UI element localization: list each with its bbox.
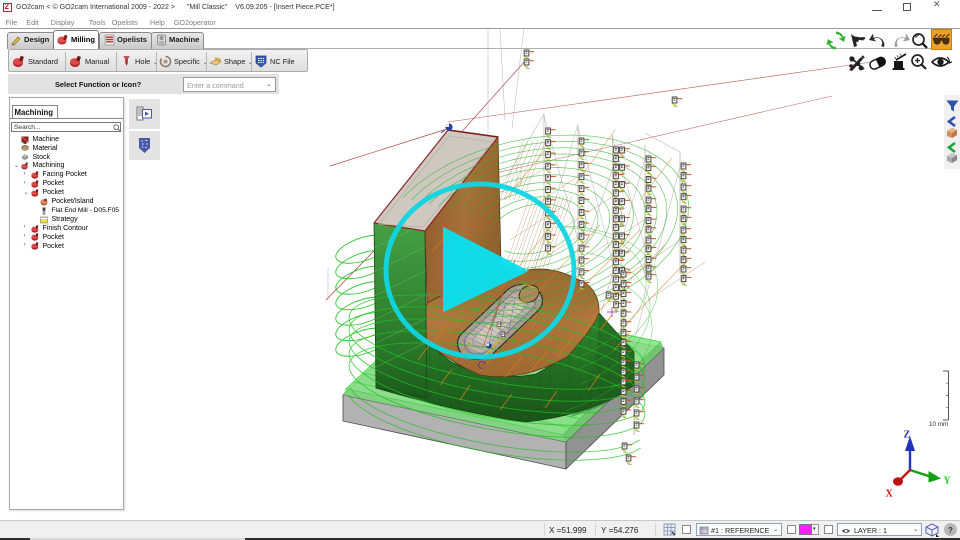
- svg-text:10 mm: 10 mm: [929, 421, 948, 428]
- svg-text:Y: Y: [944, 476, 952, 487]
- svg-text:X: X: [886, 489, 894, 500]
- svg-text:Z: Z: [904, 430, 911, 441]
